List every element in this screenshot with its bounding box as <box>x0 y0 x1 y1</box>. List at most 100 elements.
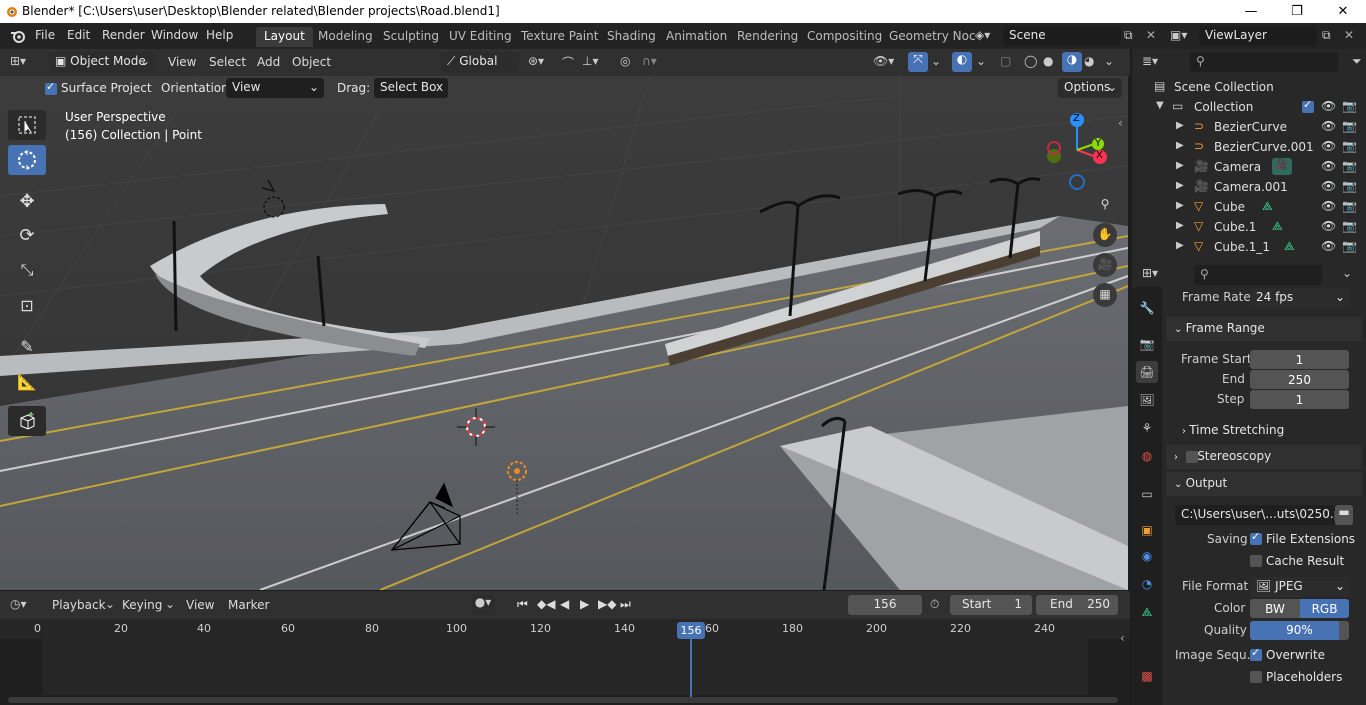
timeline-sidebar-toggle-icon[interactable]: ‹ <box>1120 631 1125 645</box>
object-tab-icon[interactable]: ▣ <box>1136 519 1158 541</box>
scale-tool-icon[interactable]: ⤡ <box>8 255 46 285</box>
close-button[interactable]: ✕ <box>1320 0 1366 23</box>
render-camera-icon[interactable]: 📷 <box>1342 139 1357 153</box>
snap-target-icon[interactable]: ⊥▾ <box>582 54 598 68</box>
scene-tab-icon[interactable]: ⚘ <box>1136 417 1158 439</box>
expand-arrow-icon[interactable]: ▶ <box>1176 120 1184 131</box>
end-frame-field[interactable]: End 250 <box>1036 595 1118 615</box>
scene-selector-icon[interactable]: ◈▾ <box>975 28 990 42</box>
select-box-tool-icon[interactable] <box>8 110 46 140</box>
gizmo-toggle-icon[interactable]: ⤧ <box>908 52 928 72</box>
blender-menu-icon[interactable] <box>10 28 26 44</box>
quality-slider[interactable]: 90% <box>1250 621 1349 640</box>
color-bw-button[interactable]: BW <box>1250 599 1300 618</box>
frame-start-field[interactable]: 1 <box>1250 350 1349 369</box>
measure-tool-icon[interactable]: 📐 <box>8 366 46 396</box>
zoom-icon[interactable]: ⚲ <box>1093 193 1117 217</box>
mesh-data-icon[interactable]: ⟁ <box>1272 219 1283 234</box>
jump-end-icon[interactable]: ⏭ <box>620 597 631 612</box>
collection-tab-icon[interactable]: ▭ <box>1136 483 1158 505</box>
timeline-playback-menu[interactable]: Playback <box>52 598 106 612</box>
workspace-tab-compositing[interactable]: Compositing <box>799 27 890 47</box>
stereoscopy-panel-header[interactable]: › Stereoscopy <box>1166 445 1362 469</box>
folder-icon[interactable]: ▬ <box>1335 505 1353 525</box>
render-camera-icon[interactable]: 📷 <box>1342 119 1357 133</box>
cursor-tool-icon[interactable] <box>8 145 46 175</box>
render-camera-icon[interactable]: 📷 <box>1342 199 1357 213</box>
maximize-button[interactable]: ❐ <box>1274 0 1320 23</box>
workspace-tab-texture-paint[interactable]: Texture Paint <box>513 27 606 47</box>
workspace-tab-rendering[interactable]: Rendering <box>729 27 806 47</box>
workspace-tab-layout[interactable]: Layout <box>256 27 313 47</box>
cache-result-checkbox[interactable] <box>1250 555 1262 567</box>
collection-exclude-checkbox[interactable] <box>1302 98 1314 113</box>
collapse-arrow-icon[interactable]: ▼ <box>1156 100 1164 111</box>
outliner-row-object[interactable]: ▶ 🎥 Camera.001 👁 📷 <box>1132 177 1366 197</box>
jump-start-icon[interactable]: ⏮ <box>517 597 528 612</box>
timeline-view-menu[interactable]: View <box>186 598 214 612</box>
overwrite-checkbox[interactable] <box>1250 646 1262 661</box>
timeline-track-area[interactable] <box>42 639 1088 695</box>
render-camera-icon[interactable]: 📷 <box>1342 159 1357 173</box>
rotate-tool-icon[interactable]: ⟳ <box>8 220 46 250</box>
render-tab-icon[interactable]: 📷 <box>1136 333 1158 355</box>
output-path-field[interactable]: C:\Users\user\...uts\0250.png <box>1175 505 1335 525</box>
drag-dropdown[interactable]: Select Box <box>374 78 448 98</box>
view-layer-icon[interactable]: ▣▾ <box>1170 28 1187 42</box>
transform-tool-icon[interactable]: ⊡ <box>8 290 46 320</box>
workspace-tab-animation[interactable]: Animation <box>658 27 735 47</box>
outliner-editor-type-icon[interactable]: ≣▾ <box>1142 54 1158 68</box>
mesh-data-icon[interactable]: ⟁ <box>1284 239 1295 254</box>
frame-step-field[interactable]: 1 <box>1250 390 1349 409</box>
menu-render[interactable]: Render <box>102 28 145 42</box>
placeholders-checkbox[interactable] <box>1250 671 1262 683</box>
remove-view-layer-icon[interactable]: ✕ <box>1344 28 1354 42</box>
outliner-row-object[interactable]: ▶ ⊃ BezierCurve.001 👁 📷 <box>1132 137 1366 157</box>
world-tab-icon[interactable]: ◍ <box>1136 445 1158 467</box>
properties-search-input[interactable]: ⚲ <box>1194 265 1322 285</box>
timeline-marker-menu[interactable]: Marker <box>228 598 269 612</box>
timeline-keying-menu[interactable]: Keying <box>122 598 162 612</box>
minimize-button[interactable]: — <box>1228 0 1274 23</box>
frame-range-panel-header[interactable]: ⌄ Frame Range <box>1166 317 1362 341</box>
constraints-tab-icon[interactable]: ⟁ <box>1136 601 1158 623</box>
outliner-row-object[interactable]: ▶ ▽ Cube.1_1 ⟁ 👁 📷 <box>1132 237 1366 257</box>
shading-dropdown-icon[interactable]: ⌄ <box>1104 54 1114 68</box>
physics-tab-icon[interactable]: ◔ <box>1136 573 1158 595</box>
visibility-eye-icon[interactable]: 👁 <box>1321 219 1336 233</box>
remove-scene-icon[interactable]: ✕ <box>1146 28 1156 42</box>
playhead-frame-label[interactable]: 156 <box>677 622 705 639</box>
visibility-eye-icon[interactable]: 👁 <box>1321 179 1336 193</box>
mesh-data-icon[interactable]: ⟁ <box>1262 199 1273 214</box>
workspace-tab-geometry-nodes[interactable]: Geometry Noc <box>881 27 984 47</box>
outliner-filter-icon[interactable]: ⏷ <box>1352 54 1362 69</box>
timeline-editor[interactable]: ◷▾ Playback ⌄ Keying ⌄ View Marker ●▾ ⏮ … <box>0 591 1130 705</box>
move-tool-icon[interactable]: ✥ <box>8 186 46 216</box>
start-frame-field[interactable]: Start 1 <box>950 595 1032 615</box>
visibility-eye-icon[interactable]: 👁 <box>1321 99 1336 113</box>
preview-range-icon[interactable]: ⏱ <box>930 597 939 612</box>
visibility-eye-icon[interactable]: 👁 <box>1321 139 1336 153</box>
visibility-eye-icon[interactable]: 👁 <box>1321 199 1336 213</box>
camera-view-icon[interactable]: 🎥 <box>1093 253 1117 277</box>
properties-editor-type-icon[interactable]: ⊞▾ <box>1142 266 1158 280</box>
new-view-layer-icon[interactable]: ⧉ <box>1322 28 1331 43</box>
current-frame-field[interactable]: 156 <box>848 595 922 615</box>
outliner-search-input[interactable]: ⚲ <box>1190 52 1338 72</box>
time-stretching-panel-header[interactable]: › Time Stretching <box>1182 423 1284 437</box>
workspace-tab-modeling[interactable]: Modeling <box>310 27 381 47</box>
auto-keying-icon[interactable]: ●▾ <box>471 595 495 615</box>
visibility-icon[interactable]: 👁▾ <box>873 54 894 68</box>
properties-options-icon[interactable]: ⌄ <box>1342 266 1352 280</box>
expand-arrow-icon[interactable]: ▶ <box>1176 180 1184 191</box>
rendered-shading-icon[interactable]: ◕ <box>1084 54 1094 68</box>
output-panel-header[interactable]: ⌄ Output <box>1166 472 1362 496</box>
overlays-dropdown-icon[interactable]: ⌄ <box>976 54 986 68</box>
outliner-row-object[interactable]: ▶ ⊃ BezierCurve 👁 📷 <box>1132 117 1366 137</box>
expand-arrow-icon[interactable]: ▶ <box>1176 240 1184 251</box>
menu-help[interactable]: Help <box>206 28 233 42</box>
view-layer-field[interactable]: ViewLayer <box>1199 26 1317 46</box>
menu-window[interactable]: Window <box>151 28 198 42</box>
options-dropdown[interactable]: Options ⌄ <box>1058 78 1122 98</box>
transform-orientation-dropdown[interactable]: ⟋ Global <box>441 52 519 72</box>
